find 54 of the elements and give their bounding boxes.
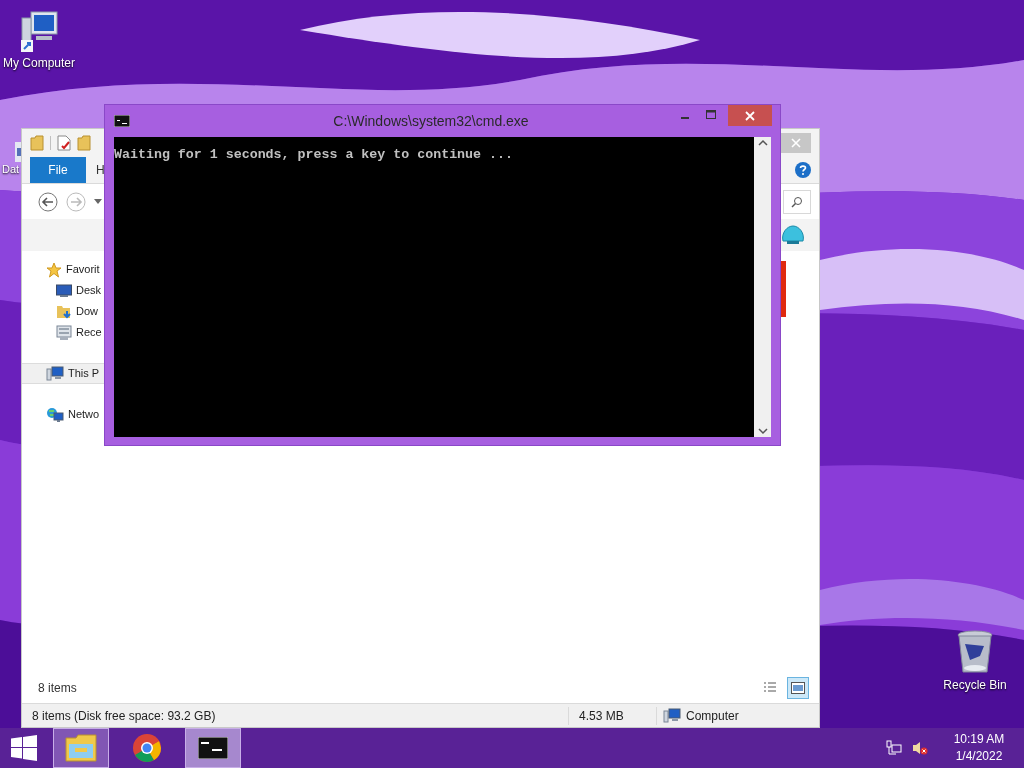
navigation-item[interactable]: Netwo	[22, 404, 104, 425]
recycle-bin-icon[interactable]	[956, 630, 994, 676]
status-text: 4.53 MB	[568, 706, 656, 725]
clock[interactable]: 10:19 AM 1/4/2022	[934, 731, 1024, 765]
browser-icon	[132, 733, 162, 763]
console-line: Waiting for 1 seconds, press a key to continue ...	[114, 147, 514, 163]
close-button[interactable]	[728, 105, 772, 126]
network-icon	[46, 406, 64, 423]
star-icon	[46, 261, 62, 278]
document-check-icon[interactable]	[57, 135, 71, 151]
list-icon	[763, 682, 777, 694]
close-icon	[790, 138, 801, 148]
back-icon[interactable]	[38, 191, 58, 212]
item-count: 8 items	[38, 680, 78, 697]
scroll-down-icon[interactable]	[757, 427, 768, 435]
status-text: 8 items (Disk free space: 93.2 GB)	[31, 707, 217, 725]
monitor-icon	[56, 283, 72, 298]
navigation-item[interactable]: This P	[22, 363, 104, 384]
navigation-item[interactable]: Desk	[22, 280, 104, 301]
close-icon	[745, 110, 755, 121]
tiles-view-button[interactable]	[787, 677, 809, 699]
help-icon[interactable]	[795, 162, 811, 178]
desktop-icon-label[interactable]: Recycle Bin	[943, 676, 1007, 694]
taskbar-button[interactable]	[185, 728, 241, 768]
navigation-item[interactable]: Favorit	[22, 259, 104, 280]
caret-icon[interactable]	[94, 198, 102, 205]
maximize-icon	[706, 110, 716, 120]
folder-arrow-icon	[56, 303, 72, 320]
folder-icon	[65, 734, 97, 762]
minimize-icon	[681, 117, 689, 119]
computer-icon	[663, 707, 681, 724]
console-icon	[114, 115, 130, 127]
scrollbar[interactable]	[754, 137, 771, 437]
navigation-item[interactable]: Rece	[22, 322, 104, 343]
recent-places-icon	[56, 324, 72, 341]
status-text: Computer	[686, 707, 739, 725]
windows-logo-icon	[11, 735, 37, 761]
clock-time: 10:19 AM	[953, 731, 1005, 748]
network-icon[interactable]	[886, 740, 902, 756]
ribbon-tab[interactable]: H	[86, 157, 105, 183]
console-icon	[198, 737, 228, 759]
clock-date: 1/4/2022	[955, 748, 1003, 765]
desktop-icon-label[interactable]: My Computer	[3, 54, 75, 72]
navigation-item[interactable]: Dow	[22, 301, 104, 322]
computer-icon	[46, 365, 64, 382]
search-field[interactable]	[783, 189, 811, 214]
computer-icon[interactable]	[19, 10, 59, 54]
tiles-icon	[791, 682, 805, 694]
muted-speaker-icon[interactable]	[912, 740, 928, 756]
close-button[interactable]	[780, 133, 811, 153]
search-icon	[791, 195, 803, 208]
scroll-up-icon[interactable]	[757, 139, 768, 147]
window-title: C:\Windows\system32\cmd.exe	[332, 111, 530, 131]
ribbon-tab[interactable]: File	[30, 157, 86, 183]
